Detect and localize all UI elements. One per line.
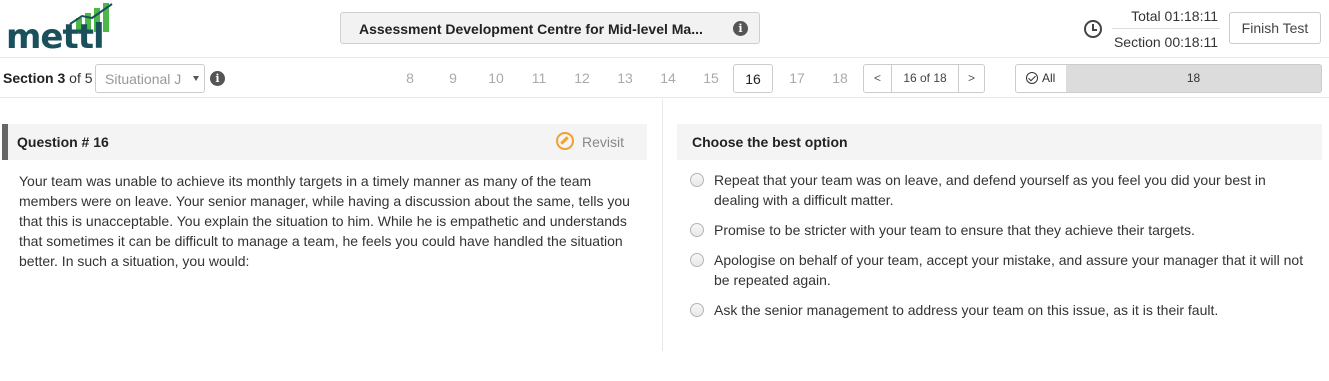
question-title: Question # 16 <box>17 134 109 150</box>
filter-all-button[interactable]: All <box>1016 65 1066 92</box>
section-current: 3 <box>57 70 66 86</box>
pager-label: 16 of 18 <box>903 71 947 85</box>
timer-total: Total 01:18:11 <box>1131 8 1218 24</box>
section-indicator: Section 3 of 5 <box>3 70 93 86</box>
logo-text: mettl <box>6 17 105 57</box>
previous-question-button[interactable]: < <box>864 65 892 92</box>
question-number-15[interactable]: 15 <box>691 64 731 93</box>
radio-icon[interactable] <box>690 253 704 267</box>
mettl-logo: mettl <box>6 2 116 54</box>
option-text: Ask the senior management to address you… <box>714 302 1219 318</box>
chevron-down-icon <box>193 76 199 81</box>
timer-section: Section 00:18:11 <box>1113 34 1218 50</box>
timer-divider <box>1112 28 1220 29</box>
filter-count: 18 <box>1186 71 1201 85</box>
options-header: Choose the best option <box>677 124 1322 160</box>
question-pager: < 16 of 18 > <box>863 64 985 93</box>
assessment-title: Assessment Development Centre for Mid-le… <box>359 21 703 37</box>
question-header: Question # 16 Revisit <box>2 124 647 160</box>
question-text: Your team was unable to achieve its mont… <box>19 173 630 269</box>
question-number-8[interactable]: 8 <box>390 64 430 93</box>
top-header: mettl Assessment Development Centre for … <box>0 0 1329 58</box>
options-title: Choose the best option <box>692 134 848 150</box>
section-select-value: Situational J <box>105 71 182 87</box>
question-number-12[interactable]: 12 <box>562 64 602 93</box>
check-circle-icon <box>1026 72 1038 84</box>
revisit-icon <box>556 132 574 150</box>
question-number-14[interactable]: 14 <box>648 64 688 93</box>
question-number-10[interactable]: 10 <box>476 64 516 93</box>
section-of: of 5 <box>69 70 93 86</box>
panel-divider <box>662 99 663 351</box>
finish-test-button[interactable]: Finish Test <box>1229 12 1321 44</box>
question-number-16-active[interactable]: 16 <box>733 64 773 93</box>
section-select[interactable]: Situational J <box>95 64 205 93</box>
radio-icon[interactable] <box>690 223 704 237</box>
question-number-18[interactable]: 18 <box>820 64 860 93</box>
question-filter: All 18 <box>1015 64 1322 93</box>
assessment-title-box: Assessment Development Centre for Mid-le… <box>340 12 760 44</box>
section-word: Section <box>3 70 54 86</box>
option-text: Promise to be stricter with your team to… <box>714 222 1195 238</box>
next-question-button[interactable]: > <box>958 65 984 92</box>
question-number-13[interactable]: 13 <box>605 64 645 93</box>
radio-icon[interactable] <box>690 303 704 317</box>
question-number-9[interactable]: 9 <box>433 64 473 93</box>
option-text: Apologise on behalf of your team, accept… <box>714 252 1304 288</box>
revisit-label: Revisit <box>582 134 625 150</box>
option-text: Repeat that your team was on leave, and … <box>714 172 1266 208</box>
question-number-17[interactable]: 17 <box>777 64 817 93</box>
info-icon[interactable]: i <box>733 21 748 36</box>
filter-all-label: All <box>1042 71 1056 85</box>
info-icon[interactable]: i <box>210 71 225 86</box>
radio-icon[interactable] <box>690 173 704 187</box>
question-number-11[interactable]: 11 <box>519 64 559 93</box>
question-navbar: Section 3 of 5 Situational J i 8 9 10 11… <box>0 58 1329 98</box>
clock-icon <box>1084 20 1102 38</box>
